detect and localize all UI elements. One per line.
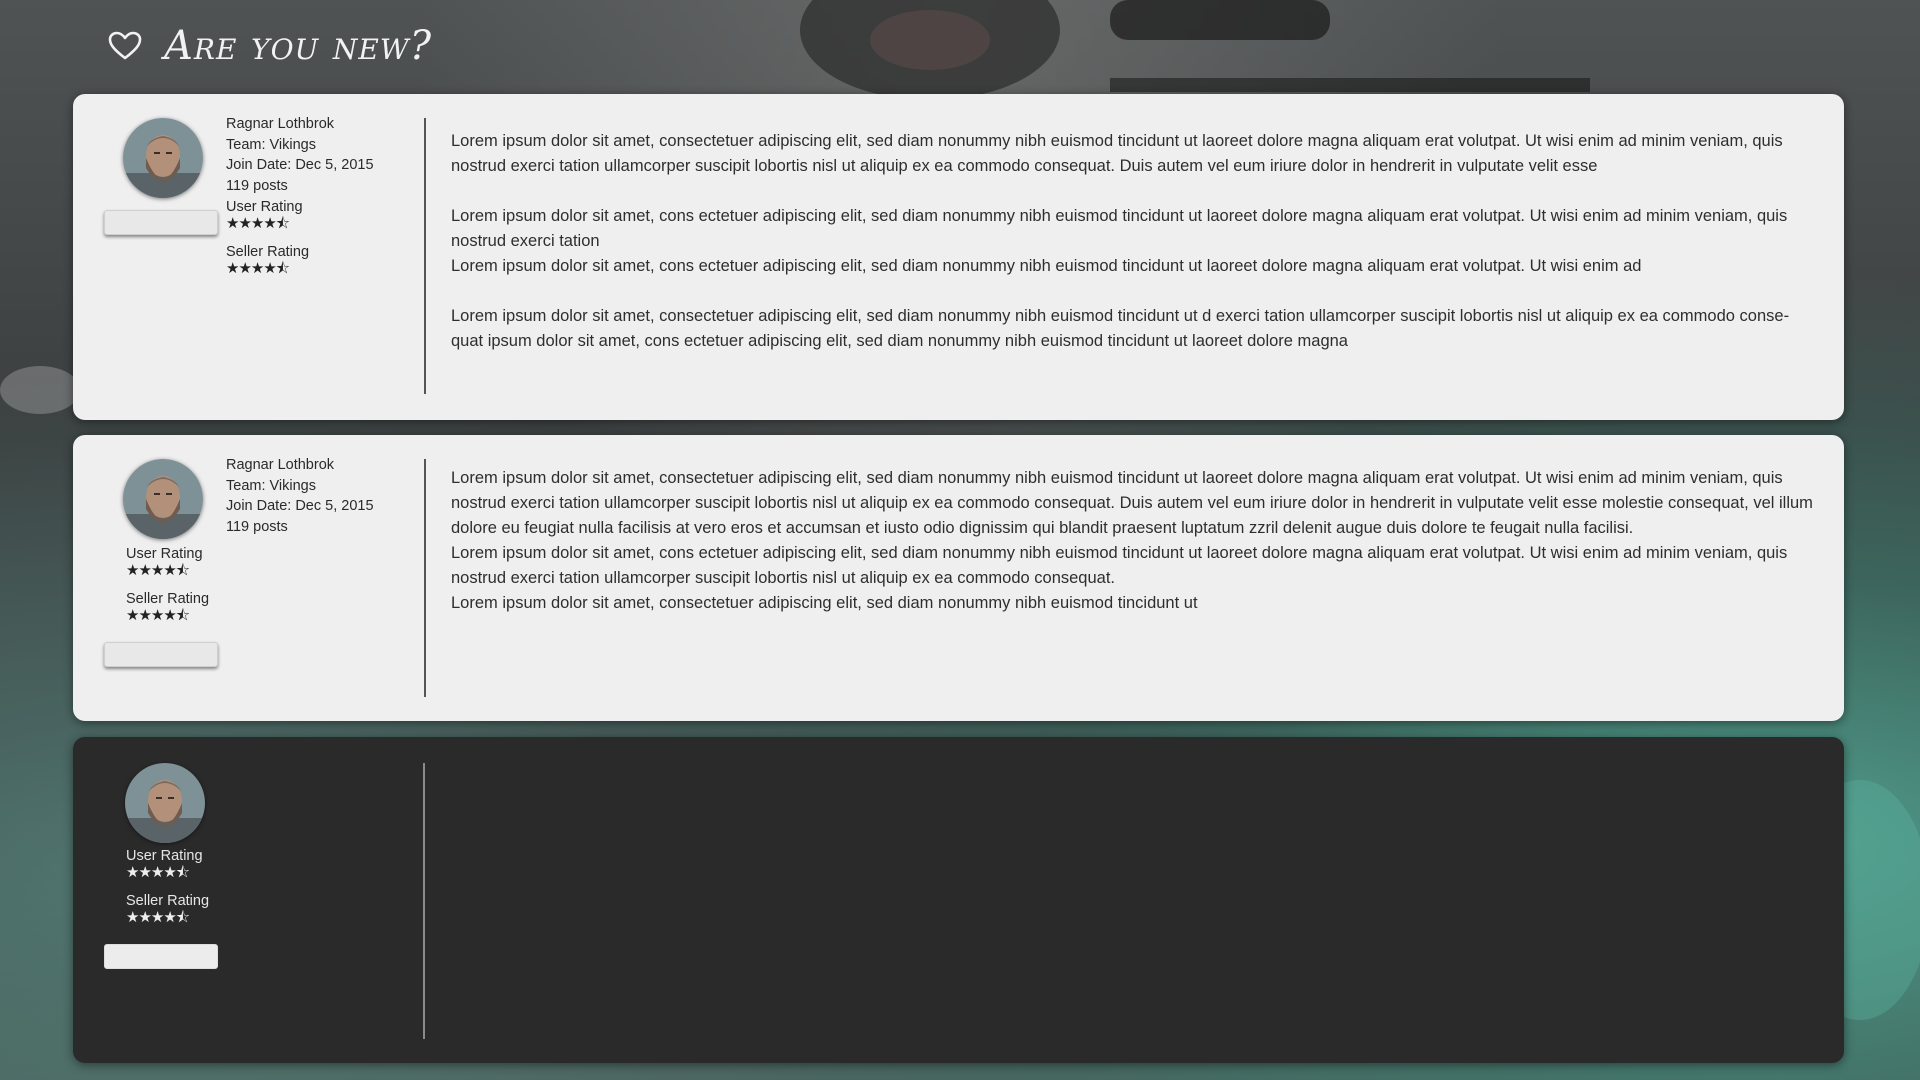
user-rating: User Rating ★★★★⯪ xyxy=(226,198,303,232)
seller-rating-stars: ★★★★⯪ xyxy=(126,909,190,926)
user-rating: User Rating ★★★★⯪ xyxy=(126,545,203,579)
author-team: Team: Vikings xyxy=(226,136,316,153)
post-paragraph: Lorem ipsum dolor sit amet, cons ectetue… xyxy=(451,207,1788,250)
author-join-date: Join Date: Dec 5, 2015 xyxy=(226,157,374,173)
post-paragraph: Lorem ipsum dolor sit amet, consectetuer… xyxy=(451,469,1813,537)
seller-rating-stars: ★★★★⯪ xyxy=(126,607,190,624)
avatar[interactable] xyxy=(123,118,203,198)
author-name[interactable]: Ragnar Lothbrok xyxy=(226,114,374,135)
avatar[interactable] xyxy=(125,763,205,843)
author-info: Ragnar Lothbrok Team: Vikings Join Date:… xyxy=(226,114,374,196)
user-rating-stars: ★★★★⯪ xyxy=(226,215,290,232)
profile-button[interactable] xyxy=(104,642,218,667)
seller-rating: Seller Rating ★★★★⯪ xyxy=(126,590,209,624)
post-paragraph: Lorem ipsum dolor sit amet, cons ectetue… xyxy=(451,257,1642,275)
profile-button[interactable] xyxy=(104,210,218,235)
post-body: Lorem ipsum dolor sit amet, consectetuer… xyxy=(451,129,1813,354)
author-join-date: Join Date: Dec 5, 2015 xyxy=(226,498,374,514)
user-rating-stars: ★★★★⯪ xyxy=(126,864,190,881)
post-card: User Rating ★★★★⯪ Seller Rating ★★★★⯪ xyxy=(73,737,1844,1063)
profile-button[interactable] xyxy=(104,944,218,969)
user-rating-label: User Rating xyxy=(226,199,303,215)
avatar[interactable] xyxy=(123,459,203,539)
page-title: Are you new? xyxy=(164,23,433,69)
author-name[interactable]: Ragnar Lothbrok xyxy=(226,455,374,476)
page-header: Are you new? xyxy=(108,8,432,84)
post-paragraph: Lorem ipsum dolor sit amet, cons ectetue… xyxy=(451,544,1788,587)
post-paragraph: Lorem ipsum dolor sit amet, consectetuer… xyxy=(451,132,1783,175)
post-paragraph: Lorem ipsum dolor sit amet, consectetuer… xyxy=(451,307,1790,350)
heart-outline-icon xyxy=(108,31,142,61)
seller-rating: Seller Rating ★★★★⯪ xyxy=(226,243,309,277)
post-paragraph: Lorem ipsum dolor sit amet, consectetuer… xyxy=(451,594,1198,612)
user-rating-label: User Rating xyxy=(126,546,203,562)
vertical-divider xyxy=(424,459,426,697)
user-rating-stars: ★★★★⯪ xyxy=(126,562,190,579)
author-info: Ragnar Lothbrok Team: Vikings Join Date:… xyxy=(226,455,374,537)
seller-rating-label: Seller Rating xyxy=(126,591,210,607)
author-team: Team: Vikings xyxy=(226,477,316,494)
seller-rating-label: Seller Rating xyxy=(126,893,210,909)
user-rating: User Rating ★★★★⯪ xyxy=(126,847,203,881)
author-post-count: 119 posts xyxy=(226,518,288,535)
vertical-divider xyxy=(424,118,426,394)
seller-rating-stars: ★★★★⯪ xyxy=(226,260,290,277)
post-body: Lorem ipsum dolor sit amet, consectetuer… xyxy=(451,466,1813,616)
author-post-count: 119 posts xyxy=(226,177,288,194)
vertical-divider xyxy=(423,763,425,1039)
seller-rating: Seller Rating ★★★★⯪ xyxy=(126,892,209,926)
user-rating-label: User Rating xyxy=(126,848,203,864)
seller-rating-label: Seller Rating xyxy=(226,244,310,260)
post-card: Ragnar Lothbrok Team: Vikings Join Date:… xyxy=(73,94,1844,420)
post-card: Ragnar Lothbrok Team: Vikings Join Date:… xyxy=(73,435,1844,721)
